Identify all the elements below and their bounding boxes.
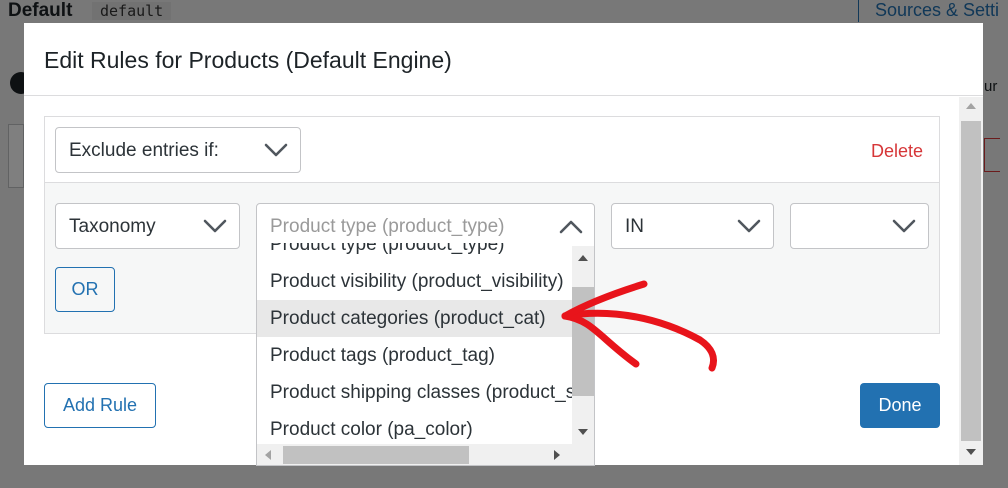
modal-title: Edit Rules for Products (Default Engine) — [44, 47, 452, 73]
taxonomy-options-list: Product type (product_type) Product visi… — [257, 243, 572, 444]
or-button[interactable]: OR — [55, 267, 115, 312]
chevron-down-icon — [202, 217, 228, 235]
scroll-down-icon[interactable] — [578, 429, 588, 435]
taxonomy-select-field[interactable]: Product type (product_type) — [257, 204, 594, 246]
scroll-down-icon[interactable] — [966, 449, 976, 455]
scroll-right-icon[interactable] — [554, 450, 560, 460]
scroll-up-icon[interactable] — [578, 255, 588, 261]
modal-scrollbar[interactable] — [959, 97, 983, 465]
condition-select-value: Exclude entries if: — [69, 140, 219, 161]
dropdown-hscroll-thumb[interactable] — [283, 446, 469, 464]
taxonomy-option[interactable]: Product color (pa_color) — [257, 411, 572, 444]
taxonomy-option[interactable]: Product tags (product_tag) — [257, 337, 572, 374]
modal-header: Edit Rules for Products (Default Engine) — [24, 23, 983, 96]
rule-type-value: Taxonomy — [69, 216, 156, 237]
dropdown-horizontal-scrollbar[interactable] — [257, 444, 594, 465]
dropdown-scroll-thumb[interactable] — [572, 287, 594, 396]
taxonomy-placeholder: Product type (product_type) — [270, 216, 505, 237]
delete-rule-link[interactable]: Delete — [871, 141, 923, 162]
dropdown-vertical-scrollbar[interactable] — [572, 246, 594, 444]
chevron-down-icon — [891, 217, 917, 235]
rule-type-select[interactable]: Taxonomy — [55, 203, 240, 249]
operator-select[interactable]: IN — [611, 203, 774, 249]
operator-value: IN — [625, 216, 644, 237]
condition-select[interactable]: Exclude entries if: — [55, 127, 301, 173]
chevron-down-icon — [736, 217, 762, 235]
scroll-left-icon[interactable] — [265, 450, 271, 460]
done-button[interactable]: Done — [860, 383, 940, 428]
taxonomy-select-open[interactable]: Product type (product_type) Product type… — [256, 203, 595, 466]
taxonomy-option[interactable]: Product type (product_type) — [257, 243, 572, 263]
scroll-up-icon[interactable] — [966, 103, 976, 109]
taxonomy-option[interactable]: Product visibility (product_visibility) — [257, 263, 572, 300]
scrollbar-thumb[interactable] — [961, 121, 981, 441]
rule-group-header: Exclude entries if: Delete — [45, 117, 939, 183]
add-rule-button[interactable]: Add Rule — [44, 383, 156, 428]
taxonomy-option-highlighted[interactable]: Product categories (product_cat) — [257, 300, 572, 337]
chevron-up-icon — [558, 218, 584, 241]
taxonomy-option[interactable]: Product shipping classes (product_shippi… — [257, 374, 572, 411]
chevron-down-icon — [263, 141, 289, 159]
value-select[interactable] — [790, 203, 929, 249]
